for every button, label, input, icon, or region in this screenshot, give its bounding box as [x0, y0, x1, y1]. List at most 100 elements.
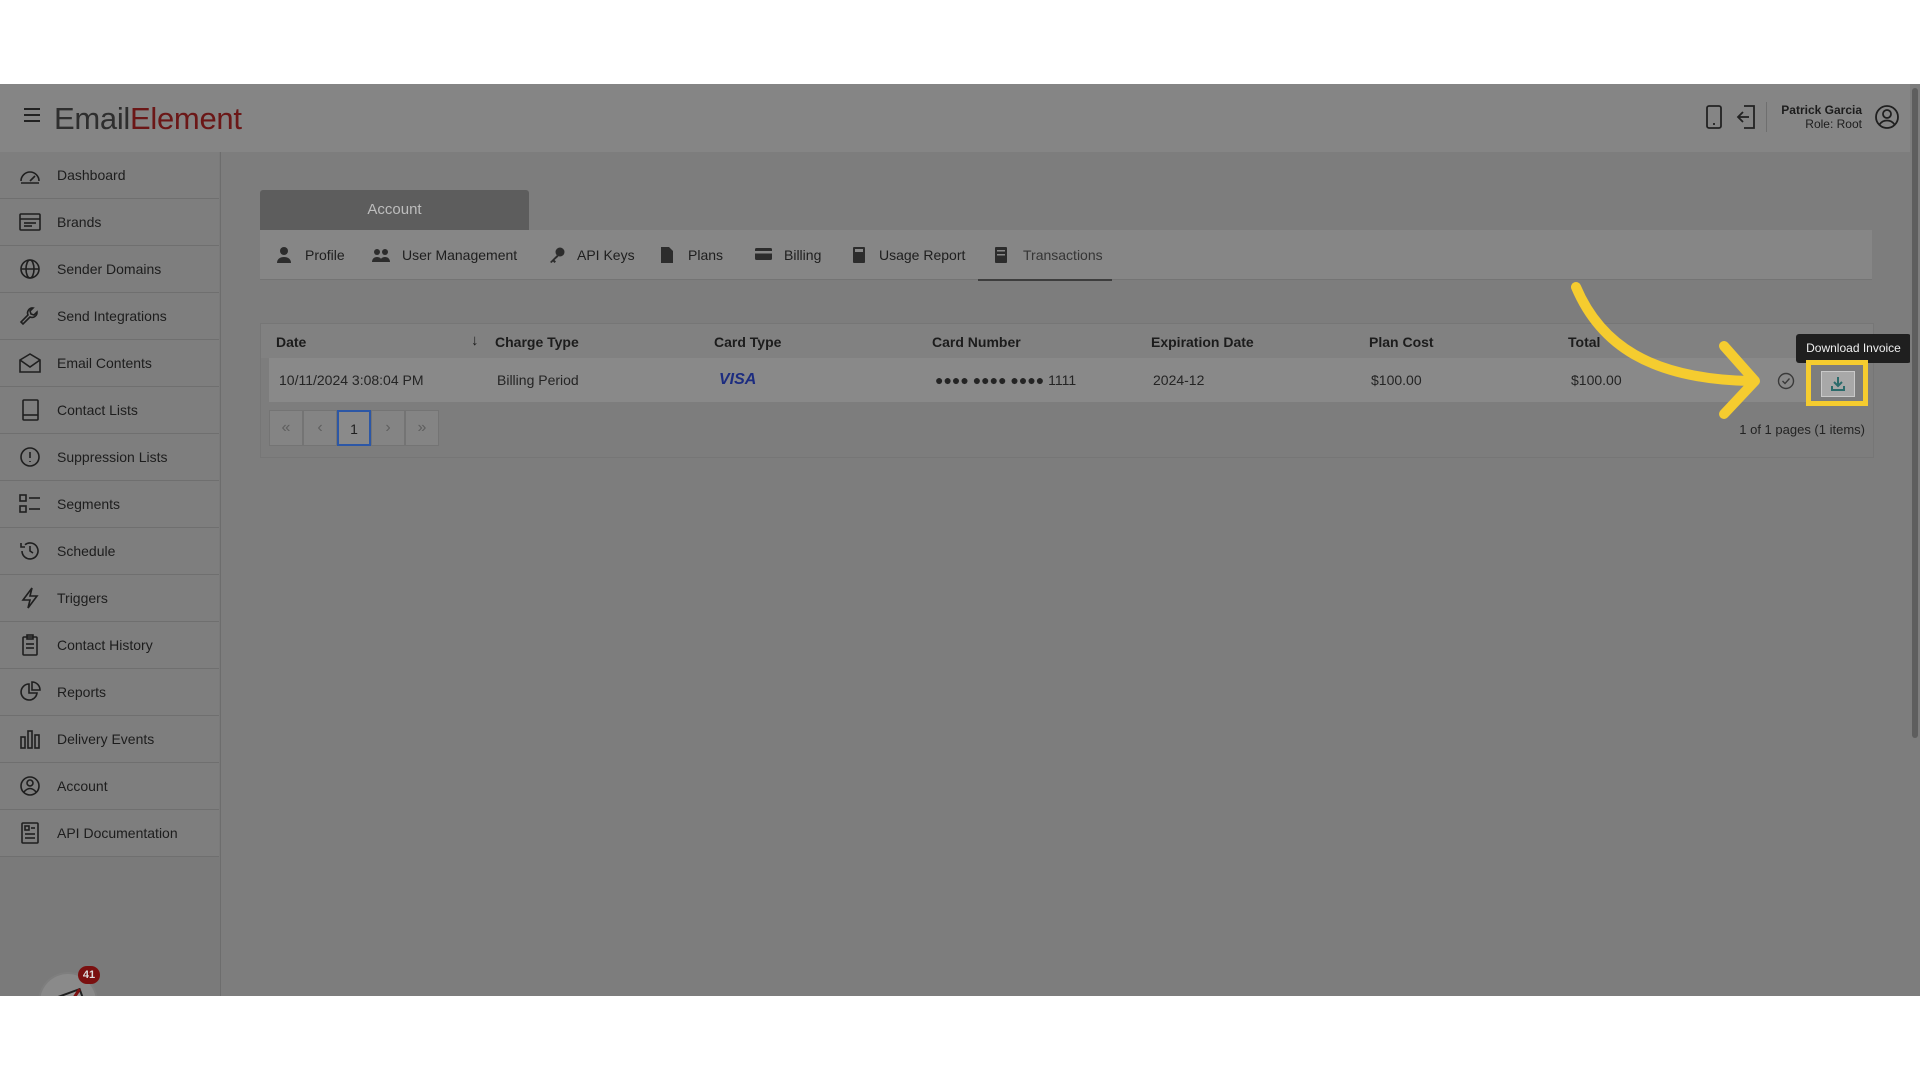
wrench-icon	[18, 305, 42, 327]
sidebar-item-reports[interactable]: Reports	[0, 669, 219, 716]
column-header-date[interactable]: Date	[276, 334, 306, 350]
tab-billing[interactable]: Billing	[738, 230, 834, 279]
alert-circle-icon	[18, 446, 42, 468]
sidebar-item-label: Account	[57, 778, 108, 794]
segments-icon	[18, 493, 42, 515]
sidebar-item-label: Schedule	[57, 543, 116, 559]
column-header-card-type[interactable]: Card Type	[714, 334, 781, 350]
prev-page-button[interactable]: ‹	[303, 410, 337, 446]
user-info[interactable]: Patrick Garcia Role: Root	[1781, 103, 1862, 131]
document-icon	[18, 822, 42, 844]
table-row[interactable]: 10/11/2024 3:08:04 PM Billing Period VIS…	[269, 358, 1865, 402]
sidebar-item-triggers[interactable]: Triggers	[0, 575, 219, 622]
sidebar-item-schedule[interactable]: Schedule	[0, 528, 219, 575]
app-window: EmailElement Patrick Garcia Role: Root D…	[0, 84, 1920, 996]
column-header-expiration-date[interactable]: Expiration Date	[1151, 334, 1254, 350]
check-circle-icon	[1777, 372, 1795, 393]
scrollbar[interactable]	[1910, 84, 1920, 996]
tab-label: Usage Report	[879, 247, 966, 263]
users-icon	[372, 247, 390, 266]
first-page-button[interactable]: «	[269, 410, 303, 446]
sidebar-item-sender-domains[interactable]: Sender Domains	[0, 246, 219, 293]
sidebar-item-label: API Documentation	[57, 825, 178, 841]
transactions-grid: Date ↓ Charge Type Card Type Card Number…	[260, 323, 1874, 458]
tab-profile[interactable]: Profile	[260, 230, 355, 279]
logo-text-3: Element	[130, 101, 242, 136]
next-page-button[interactable]: ›	[371, 410, 405, 446]
tab-plans[interactable]: Plans	[645, 230, 737, 279]
logout-icon[interactable]	[1734, 104, 1758, 135]
sidebar-item-brands[interactable]: Brands	[0, 199, 219, 246]
sidebar-item-label: Delivery Events	[57, 731, 155, 747]
user-role: Role: Root	[1805, 117, 1862, 131]
lightning-icon	[18, 587, 42, 609]
visa-logo: VISA	[719, 371, 757, 388]
tab-label: Transactions	[1023, 247, 1103, 263]
sidebar-item-label: Send Integrations	[57, 308, 167, 324]
mobile-icon[interactable]	[1704, 104, 1724, 135]
download-highlight	[1806, 360, 1868, 406]
gauge-icon	[18, 164, 42, 186]
sidebar-item-suppression-lists[interactable]: Suppression Lists	[0, 434, 219, 481]
book-icon	[18, 399, 42, 421]
file-icon	[661, 247, 673, 266]
tab-label: Billing	[784, 247, 822, 263]
tab-transactions[interactable]: Transactions	[978, 230, 1112, 281]
sidebar-item-account[interactable]: Account	[0, 763, 219, 810]
download-invoice-button[interactable]	[1821, 371, 1855, 397]
sidebar-item-dashboard[interactable]: Dashboard	[0, 152, 219, 199]
receipt-icon	[995, 247, 1007, 266]
sort-down-icon[interactable]: ↓	[471, 332, 479, 349]
sidebar-item-email-contents[interactable]: Email Contents	[0, 340, 219, 387]
main-content: Account Profile User Management API Keys…	[220, 152, 1920, 996]
person-icon	[277, 247, 291, 266]
menu-icon[interactable]	[24, 108, 40, 122]
last-page-button[interactable]: »	[405, 410, 439, 446]
pie-chart-icon	[18, 681, 42, 703]
cell-card-number: ●●●● ●●●● ●●●● 1111	[935, 372, 1077, 388]
logo[interactable]: EmailElement	[54, 101, 242, 137]
sidebar: Dashboard Brands Sender Domains Send Int…	[0, 152, 221, 996]
logo-text-1: Em	[54, 101, 100, 136]
cell-total: $100.00	[1571, 372, 1622, 388]
tab-label: API Keys	[577, 247, 635, 263]
column-header-card-number[interactable]: Card Number	[932, 334, 1021, 350]
bar-chart-icon	[18, 728, 42, 750]
scrollbar-thumb[interactable]	[1912, 88, 1918, 738]
sidebar-item-label: Sender Domains	[57, 261, 162, 277]
sidebar-item-label: Contact Lists	[57, 402, 138, 418]
sidebar-item-contact-lists[interactable]: Contact Lists	[0, 387, 219, 434]
tab-usage-report[interactable]: Usage Report	[835, 230, 967, 279]
grid-header: Date ↓ Charge Type Card Type Card Number…	[261, 324, 1873, 358]
user-circle-icon[interactable]	[1874, 104, 1900, 135]
sidebar-item-contact-history[interactable]: Contact History	[0, 622, 219, 669]
user-name: Patrick Garcia	[1781, 103, 1862, 117]
notification-count: 41	[78, 966, 100, 984]
sidebar-item-delivery-events[interactable]: Delivery Events	[0, 716, 219, 763]
header-divider	[1766, 102, 1767, 132]
sidebar-item-label: Segments	[57, 496, 121, 512]
globe-icon	[18, 258, 42, 280]
sidebar-item-api-documentation[interactable]: API Documentation	[0, 810, 219, 857]
user-circle-icon	[18, 775, 42, 797]
clipboard-icon	[18, 634, 42, 656]
sidebar-item-send-integrations[interactable]: Send Integrations	[0, 293, 219, 340]
history-icon	[18, 540, 42, 562]
cell-expiration: 2024-12	[1153, 372, 1205, 388]
column-header-charge-type[interactable]: Charge Type	[495, 334, 579, 350]
sidebar-item-label: Brands	[57, 214, 102, 230]
calculator-icon	[853, 247, 865, 266]
cell-charge-type: Billing Period	[497, 372, 579, 388]
notifications-button[interactable]: 41	[38, 966, 100, 996]
account-tabs: Profile User Management API Keys Plans B…	[260, 230, 1872, 281]
sidebar-item-segments[interactable]: Segments	[0, 481, 219, 528]
tab-api-keys[interactable]: API Keys	[532, 230, 644, 279]
column-header-total[interactable]: Total	[1568, 334, 1600, 350]
sidebar-item-label: Triggers	[57, 590, 108, 606]
page-1-button[interactable]: 1	[337, 410, 371, 446]
tab-user-management[interactable]: User Management	[356, 230, 531, 279]
envelope-icon	[18, 352, 42, 374]
key-icon	[549, 247, 565, 266]
column-header-plan-cost[interactable]: Plan Cost	[1369, 334, 1434, 350]
cell-plan-cost: $100.00	[1371, 372, 1422, 388]
